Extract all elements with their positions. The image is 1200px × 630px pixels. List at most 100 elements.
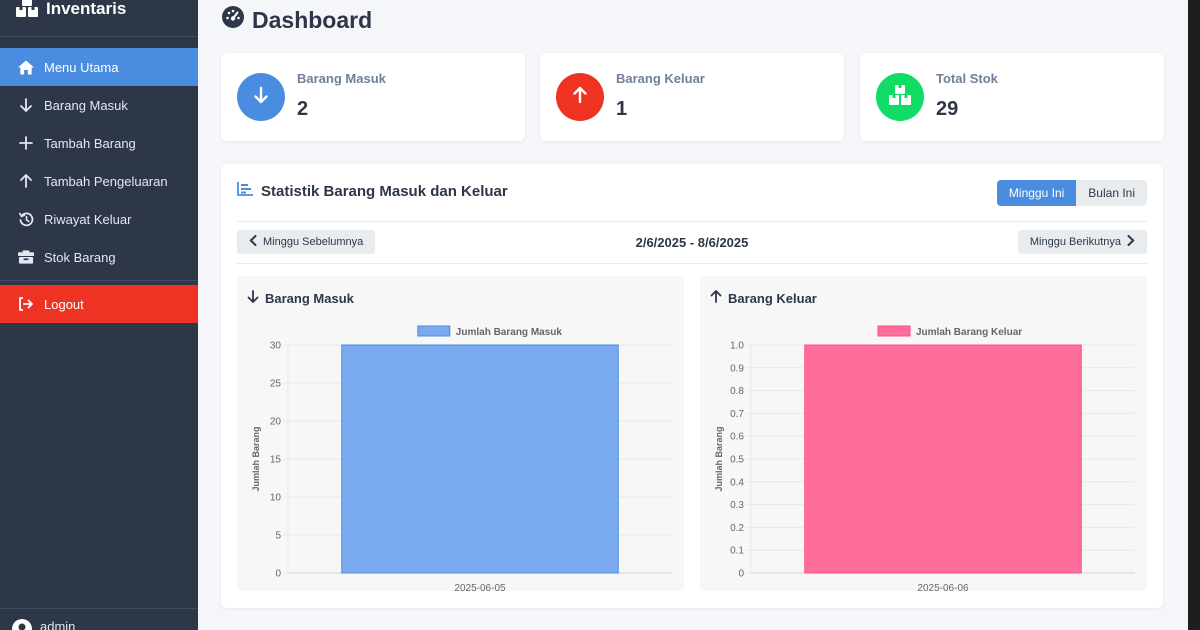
user-profile[interactable]: admin: [0, 608, 198, 630]
stat-label: Barang Masuk: [297, 71, 386, 86]
divider: [237, 263, 1147, 264]
sidebar-item-barang-masuk[interactable]: Barang Masuk: [0, 86, 198, 124]
page-title-text: Dashboard: [252, 6, 373, 33]
main-content: Dashboard Barang Masuk 2 Barang Keluar 1…: [198, 0, 1188, 630]
bar: [341, 344, 619, 574]
sidebar-item-tambah-barang[interactable]: Tambah Barang: [0, 124, 198, 162]
next-week-label: Minggu Berikutnya: [1029, 236, 1121, 248]
y-tick-label: 30: [270, 341, 282, 352]
next-week-button[interactable]: Minggu Berikutnya: [1017, 230, 1147, 254]
stat-icon-circle: [556, 73, 604, 121]
sidebar: Inventaris Menu Utama Barang Masuk Tamba…: [0, 0, 198, 630]
chevron-right-icon: [1127, 235, 1135, 249]
legend-label: Jumlah Barang Keluar: [916, 327, 1022, 338]
chart-bar-icon: [237, 182, 253, 200]
sidebar-item-label: Riwayat Keluar: [44, 211, 132, 227]
divider: [237, 221, 1147, 222]
logout-label: Logout: [44, 296, 84, 312]
y-tick-label: 0.5: [730, 455, 744, 466]
chart-title: Barang Keluar: [710, 290, 817, 306]
y-axis-label: Jumlah Barang: [251, 426, 261, 491]
arrow-up-icon: [570, 85, 590, 110]
chart-barang-keluar: 0 0.1 0.2 0.3 0.4 0.5 0.6 0.7 0.8 0.9 1.0 Jumlah Ba…: [700, 276, 1147, 591]
stat-value: 29: [936, 98, 959, 120]
stat-icon-circle: [237, 73, 285, 121]
arrow-down-icon: [251, 85, 271, 110]
y-axis-label: Jumlah Barang: [714, 426, 724, 491]
y-tick-label: 0.1: [730, 546, 744, 557]
page-title: Dashboard: [222, 6, 372, 34]
bar-chart: 0 0.1 0.2 0.3 0.4 0.5 0.6 0.7 0.8 0.9 1.0 Jumlah Ba…: [714, 325, 1135, 591]
panel-title: Statistik Barang Masuk dan Keluar: [237, 182, 508, 200]
user-circle-icon: [12, 619, 32, 630]
sidebar-item-riwayat-keluar[interactable]: Riwayat Keluar: [0, 200, 198, 238]
history-icon: [18, 211, 34, 227]
sidebar-item-label: Tambah Pengeluaran: [44, 173, 168, 189]
y-tick-label: 0: [738, 569, 744, 580]
legend-swatch: [877, 325, 911, 337]
sidebar-menu: Menu Utama Barang Masuk Tambah Barang Ta…: [0, 48, 198, 323]
stat-label: Barang Keluar: [616, 71, 705, 86]
y-tick-label: 0.3: [730, 500, 744, 511]
bar-chart: 0 5 10 15 20 25 30 Jumlah Barang 2025-06-05 Jumla…: [251, 325, 672, 591]
y-tick-label: 0.7: [730, 409, 744, 420]
y-tick-label: 5: [275, 531, 281, 542]
y-tick-label: 0: [275, 569, 281, 580]
chart-title: Barang Masuk: [247, 290, 354, 306]
y-tick-label: 0.8: [730, 386, 744, 397]
username: admin: [40, 619, 76, 630]
home-icon: [18, 59, 34, 75]
y-tick-label: 0.2: [730, 523, 744, 534]
sidebar-item-tambah-pengeluaran[interactable]: Tambah Pengeluaran: [0, 162, 198, 200]
chart-title-text: Barang Masuk: [265, 290, 354, 306]
boxes-icon: [16, 0, 38, 22]
window-scrollbar[interactable]: [1188, 0, 1200, 630]
arrow-down-icon: [247, 290, 259, 306]
stat-label: Total Stok: [936, 71, 998, 86]
sidebar-item-menu-utama[interactable]: Menu Utama: [0, 48, 198, 86]
y-tick-label: 0.4: [730, 477, 744, 488]
brand[interactable]: Inventaris: [16, 0, 126, 24]
y-tick-label: 20: [270, 417, 282, 428]
brand-divider: [0, 36, 198, 37]
legend-swatch: [417, 325, 451, 337]
week-toggle-button[interactable]: Minggu Ini: [996, 180, 1077, 206]
y-tick-label: 0.9: [730, 363, 744, 374]
legend-label: Jumlah Barang Masuk: [456, 327, 563, 338]
tachometer-icon: [222, 6, 244, 34]
statistics-panel: Statistik Barang Masuk dan Keluar Minggu…: [221, 164, 1163, 608]
stat-card-barang-keluar: Barang Keluar 1: [540, 53, 844, 141]
arrow-down-icon: [18, 97, 34, 113]
y-tick-label: 25: [270, 379, 282, 390]
stat-value: 1: [616, 98, 628, 120]
plus-icon: [18, 135, 34, 151]
sidebar-item-stok-barang[interactable]: Stok Barang: [0, 238, 198, 276]
month-toggle-button[interactable]: Bulan Ini: [1076, 180, 1147, 206]
brand-name: Inventaris: [46, 0, 127, 18]
stat-value: 2: [297, 98, 309, 120]
sidebar-item-label: Stok Barang: [44, 249, 116, 265]
chart-barang-masuk: 0 5 10 15 20 25 30 Jumlah Barang 2025-06-05 Jumla…: [237, 276, 684, 591]
logout-button[interactable]: Logout: [0, 285, 198, 323]
logout-icon: [18, 296, 34, 312]
boxes-icon: [889, 84, 911, 110]
sidebar-item-label: Menu Utama: [44, 59, 119, 75]
y-tick-label: 15: [270, 455, 282, 466]
y-tick-label: 0.6: [730, 432, 744, 443]
panel-title-text: Statistik Barang Masuk dan Keluar: [261, 182, 508, 200]
stat-card-barang-masuk: Barang Masuk 2: [221, 53, 525, 141]
x-tick-label: 2025-06-05: [454, 583, 506, 591]
y-tick-label: 10: [270, 493, 282, 504]
menu-divider: [0, 280, 198, 281]
stat-icon-circle: [876, 73, 924, 121]
arrow-up-icon: [710, 290, 722, 306]
bar: [804, 344, 1082, 574]
y-tick-label: 1.0: [730, 341, 744, 352]
period-toggle: Minggu Ini Bulan Ini: [996, 180, 1147, 206]
arrow-up-icon: [18, 173, 34, 189]
x-tick-label: 2025-06-06: [917, 583, 969, 591]
chart-title-text: Barang Keluar: [728, 290, 817, 306]
sidebar-item-label: Barang Masuk: [44, 97, 128, 113]
boxes-icon: [18, 249, 34, 265]
sidebar-item-label: Tambah Barang: [44, 135, 136, 151]
